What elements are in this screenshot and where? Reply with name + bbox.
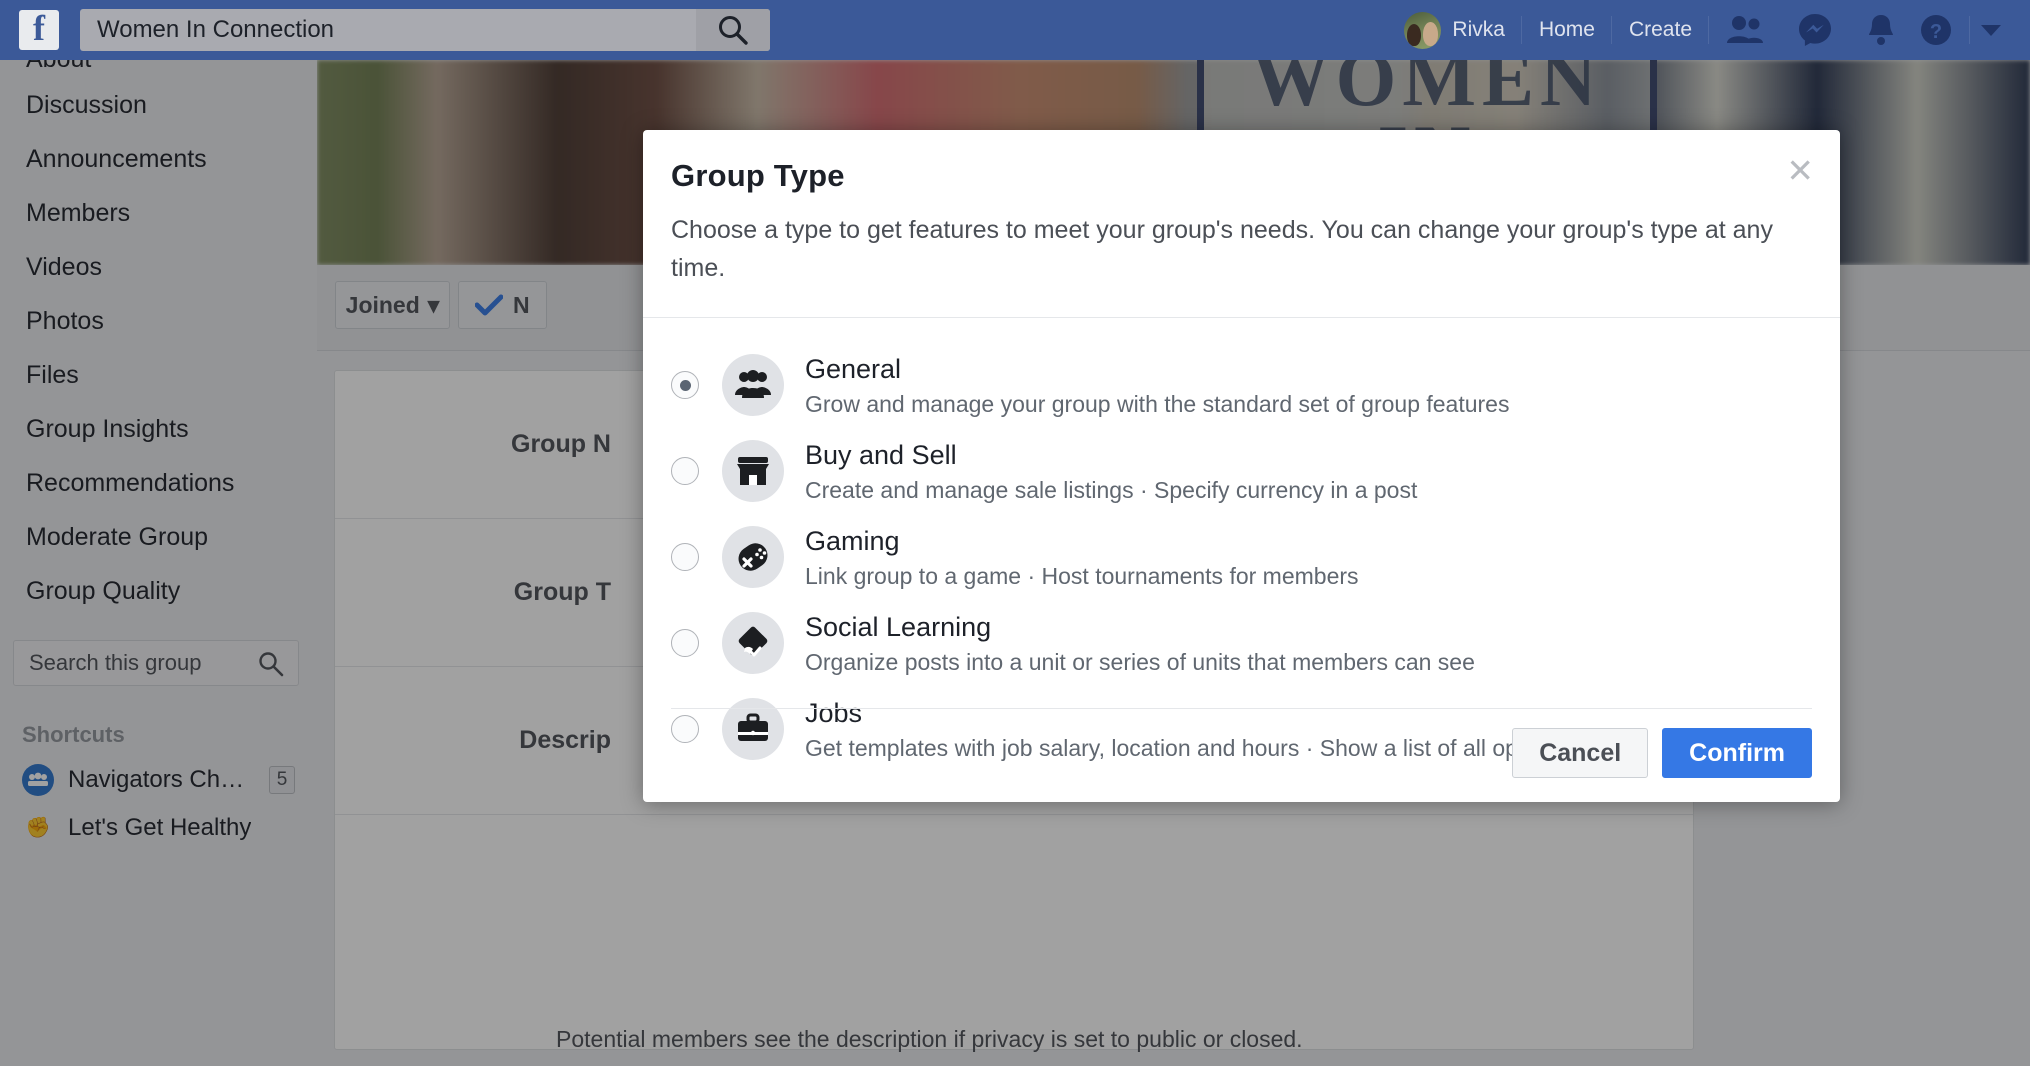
close-icon[interactable]: ✕ xyxy=(1786,154,1814,187)
profile-link[interactable]: Rivka xyxy=(1387,10,1522,50)
storefront-icon xyxy=(722,440,784,502)
radio-general[interactable] xyxy=(671,371,699,399)
facebook-f-logo[interactable]: f xyxy=(19,10,59,50)
search-icon[interactable] xyxy=(696,9,770,51)
option-title: Jobs xyxy=(805,697,1592,729)
option-description: Create and manage sale listings · Specif… xyxy=(805,476,1417,504)
radio-gaming[interactable] xyxy=(671,543,699,571)
option-description: Organize posts into a unit or series of … xyxy=(805,648,1475,676)
modal-title: Group Type xyxy=(671,158,1810,194)
group-type-options-list: General Grow and manage your group with … xyxy=(643,318,1840,772)
option-description: Link group to a game · Host tournaments … xyxy=(805,562,1359,590)
svg-text:?: ? xyxy=(1930,21,1942,43)
option-description: Grow and manage your group with the stan… xyxy=(805,390,1509,418)
option-title: Social Learning xyxy=(805,611,1475,643)
option-text: Social Learning Organize posts into a un… xyxy=(805,611,1475,676)
group-type-modal: Group Type Choose a type to get features… xyxy=(643,130,1840,802)
cancel-button[interactable]: Cancel xyxy=(1512,728,1648,778)
global-search-box[interactable] xyxy=(80,9,770,51)
option-text: Gaming Link group to a game · Host tourn… xyxy=(805,525,1359,590)
top-nav-right: Rivka Home Create xyxy=(1387,0,2030,60)
option-text: General Grow and manage your group with … xyxy=(805,353,1509,418)
option-title: General xyxy=(805,353,1509,385)
messenger-icon[interactable] xyxy=(1781,10,1849,50)
help-icon[interactable]: ? xyxy=(1913,10,1970,50)
friend-requests-icon[interactable] xyxy=(1709,10,1781,50)
option-title: Buy and Sell xyxy=(805,439,1417,471)
option-text: Buy and Sell Create and manage sale list… xyxy=(805,439,1417,504)
option-gaming[interactable]: Gaming Link group to a game · Host tourn… xyxy=(671,514,1812,600)
option-description: Get templates with job salary, location … xyxy=(805,734,1592,762)
modal-footer-divider xyxy=(671,708,1812,709)
facebook-top-navigation-bar: f Rivka Home Create xyxy=(0,0,2030,60)
radio-jobs[interactable] xyxy=(671,715,699,743)
notifications-icon[interactable] xyxy=(1849,10,1913,50)
account-caret-icon[interactable] xyxy=(1970,10,2016,50)
modal-footer: Cancel Confirm xyxy=(1512,728,1812,778)
profile-name: Rivka xyxy=(1452,18,1505,42)
confirm-button[interactable]: Confirm xyxy=(1662,728,1812,778)
home-link[interactable]: Home xyxy=(1522,10,1612,50)
people-group-icon xyxy=(722,354,784,416)
option-general[interactable]: General Grow and manage your group with … xyxy=(671,342,1812,428)
modal-header: Group Type Choose a type to get features… xyxy=(643,130,1840,287)
radio-buy-and-sell[interactable] xyxy=(671,457,699,485)
avatar xyxy=(1404,12,1441,49)
create-link[interactable]: Create xyxy=(1612,10,1709,50)
modal-subtitle: Choose a type to get features to meet yo… xyxy=(671,211,1781,287)
option-title: Gaming xyxy=(805,525,1359,557)
search-input[interactable] xyxy=(80,10,680,50)
graduation-cap-icon xyxy=(722,612,784,674)
option-buy-and-sell[interactable]: Buy and Sell Create and manage sale list… xyxy=(671,428,1812,514)
radio-social-learning[interactable] xyxy=(671,629,699,657)
option-social-learning[interactable]: Social Learning Organize posts into a un… xyxy=(671,600,1812,686)
option-text: Jobs Get templates with job salary, loca… xyxy=(805,697,1592,762)
gamepad-icon xyxy=(722,526,784,588)
